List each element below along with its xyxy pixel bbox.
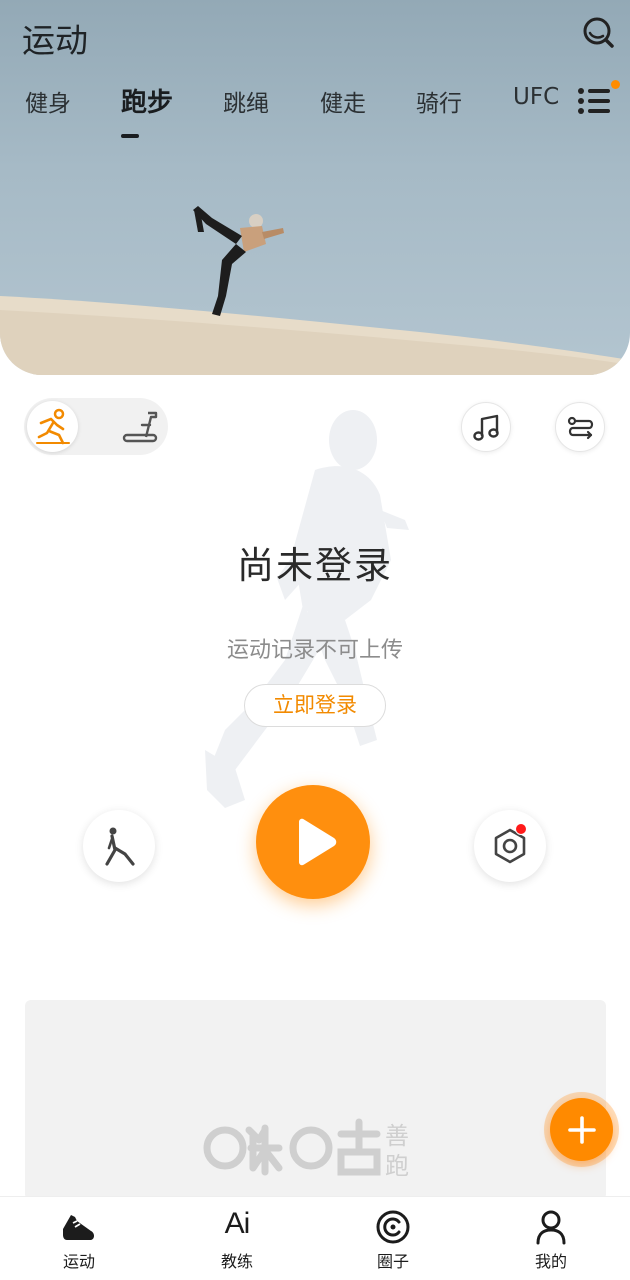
- login-status-title: 尚未登录: [237, 544, 393, 587]
- play-icon: [299, 818, 337, 866]
- nav-label-community: 圈子: [376, 1252, 409, 1271]
- warmup-button[interactable]: [83, 810, 155, 882]
- menu-badge: [611, 80, 620, 89]
- tab-fitness[interactable]: 健身: [25, 84, 71, 118]
- circle-community-icon: [376, 1210, 410, 1244]
- login-status-subtitle: 运动记录不可上传: [226, 638, 403, 663]
- fab-core: [550, 1098, 613, 1161]
- tab-cycling[interactable]: 骑行: [416, 84, 462, 118]
- svg-text:善: 善: [385, 1122, 409, 1150]
- plus-icon: [568, 1116, 596, 1144]
- nav-label-coach: 教练: [220, 1252, 253, 1271]
- page-title: 运动: [22, 21, 88, 60]
- nav-profile[interactable]: 我的: [496, 1197, 606, 1280]
- nav-label-sports: 运动: [62, 1252, 95, 1271]
- nav-community[interactable]: 圈子: [338, 1197, 448, 1280]
- treadmill-option[interactable]: [114, 401, 165, 452]
- migu-shanpao-logo: 善 跑: [203, 1118, 409, 1178]
- hero-landscape-image: [0, 206, 630, 375]
- search-icon: [583, 17, 614, 48]
- nav-coach[interactable]: Ai 教练: [182, 1197, 292, 1280]
- tab-running[interactable]: 跑步: [121, 82, 173, 119]
- outdoor-run-option[interactable]: [27, 401, 78, 452]
- sport-tabs: 健身 跑步 跳绳 健走 骑行 UFC: [0, 84, 630, 144]
- add-fab-button[interactable]: [544, 1092, 619, 1167]
- ai-coach-icon: Ai: [224, 1207, 251, 1240]
- start-run-button[interactable]: [256, 785, 370, 899]
- nav-sports[interactable]: 运动: [24, 1197, 134, 1280]
- hero-banner: 运动 健身 跑步 跳绳 健走 骑行 UFC: [0, 0, 630, 375]
- route-settings-icon: [567, 416, 594, 440]
- route-settings-button[interactable]: [555, 402, 605, 452]
- runner-illustration: [205, 410, 409, 808]
- tab-jump-rope[interactable]: 跳绳: [223, 84, 269, 118]
- sneaker-icon: [63, 1215, 94, 1240]
- run-mode-switch: [24, 398, 168, 455]
- promo-banner[interactable]: 善 跑: [25, 1000, 606, 1200]
- warmup-stretch-icon: [105, 827, 135, 866]
- person-icon: [536, 1210, 566, 1245]
- tab-walking[interactable]: 健走: [320, 84, 366, 118]
- music-note-icon: [473, 414, 499, 441]
- music-button[interactable]: [461, 402, 511, 452]
- outdoor-run-icon: [36, 408, 70, 445]
- bottom-navigation: 运动 Ai 教练 圈子 我的: [0, 1196, 630, 1280]
- active-tab-indicator: [121, 134, 139, 138]
- device-settings-button[interactable]: [474, 810, 546, 882]
- login-button[interactable]: 立即登录: [244, 684, 386, 727]
- tab-ufc[interactable]: UFC: [513, 84, 559, 110]
- notification-dot: [515, 823, 527, 835]
- tab-menu-button[interactable]: [576, 84, 616, 118]
- search-button[interactable]: [578, 12, 618, 52]
- treadmill-icon: [122, 411, 158, 443]
- nav-label-profile: 我的: [534, 1252, 567, 1271]
- svg-text:跑: 跑: [385, 1152, 409, 1178]
- list-menu-icon: [578, 88, 610, 114]
